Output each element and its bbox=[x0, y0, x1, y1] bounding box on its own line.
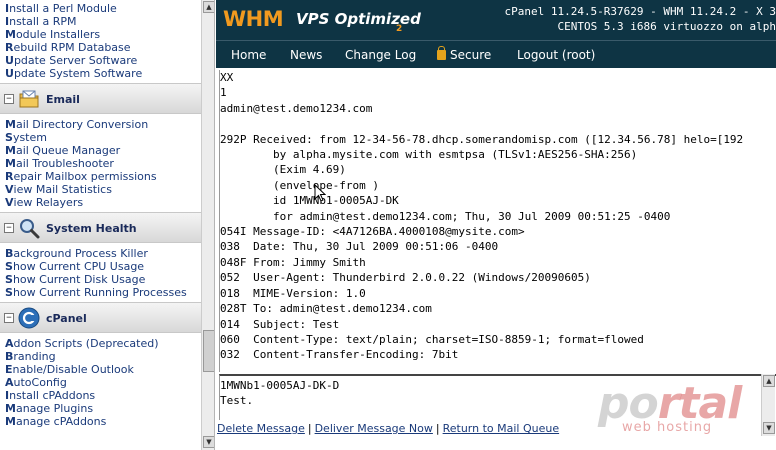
sidebar-scrollbar[interactable]: ▲ ▼ bbox=[201, 0, 214, 450]
nav-logout[interactable]: Logout (root) bbox=[517, 48, 595, 62]
sidebar-link-background-process-killer[interactable]: Background Process Killer bbox=[0, 247, 214, 260]
collapse-toggle-icon[interactable]: − bbox=[4, 313, 14, 323]
sidebar-link-show-disk-usage[interactable]: Show Current Disk Usage bbox=[0, 273, 214, 286]
sidebar-link-manage-cpaddons[interactable]: Manage cPAddons bbox=[0, 415, 214, 428]
sidebar-link-show-cpu-usage[interactable]: Show Current CPU Usage bbox=[0, 260, 214, 273]
software-links: Install a Perl Module Install a RPM Modu… bbox=[0, 2, 214, 80]
logo-version-badge: 2 bbox=[396, 24, 403, 34]
sidebar: Install a Perl Module Install a RPM Modu… bbox=[0, 0, 215, 450]
nav-change-log[interactable]: Change Log bbox=[345, 48, 416, 62]
sidebar-link-addon-scripts[interactable]: Addon Scripts (Deprecated) bbox=[0, 337, 214, 350]
collapse-toggle-icon[interactable]: − bbox=[4, 223, 14, 233]
sidebar-link-autoconfig[interactable]: AutoConfig bbox=[0, 376, 214, 389]
message-headers: XX 1 admin@test.demo1234.com 292P Receiv… bbox=[219, 70, 776, 372]
email-links: Mail Directory Conversion System Mail Qu… bbox=[0, 118, 214, 209]
system-health-links: Background Process Killer Show Current C… bbox=[0, 247, 214, 299]
sidebar-link-manage-plugins[interactable]: Manage Plugins bbox=[0, 402, 214, 415]
collapse-toggle-icon[interactable]: − bbox=[4, 94, 14, 104]
scroll-down-icon[interactable]: ▼ bbox=[203, 436, 214, 448]
message-actions: Delete Message | Deliver Message Now | Retur… bbox=[217, 422, 560, 435]
sidebar-link-update-system-software[interactable]: Update System Software bbox=[0, 67, 214, 80]
group-title-email: Email bbox=[46, 93, 80, 106]
nav-home[interactable]: Home bbox=[231, 48, 266, 62]
lock-icon bbox=[437, 46, 446, 60]
nav-secure-label: Secure bbox=[450, 48, 492, 62]
sidebar-link-rebuild-rpm-database[interactable]: Rebuild RPM Database bbox=[0, 41, 214, 54]
sidebar-link-repair-mailbox-permissions[interactable]: Repair Mailbox permissions bbox=[0, 170, 214, 183]
deliver-message-now-link[interactable]: Deliver Message Now bbox=[315, 422, 433, 435]
nav-news[interactable]: News bbox=[290, 48, 322, 62]
sidebar-link-branding[interactable]: Branding bbox=[0, 350, 214, 363]
cpanel-logo-icon bbox=[18, 307, 40, 329]
group-header-system-health[interactable]: − System Health bbox=[0, 212, 214, 243]
sidebar-link-install-cpaddons[interactable]: Install cPAddons bbox=[0, 389, 214, 402]
group-header-cpanel[interactable]: − cPanel bbox=[0, 302, 214, 333]
sidebar-link-view-mail-statistics[interactable]: View Mail Statistics bbox=[0, 183, 214, 196]
sidebar-link-enable-disable-outlook[interactable]: Enable/Disable Outlook bbox=[0, 363, 214, 376]
group-title-system-health: System Health bbox=[46, 222, 137, 235]
whm-header: WHM VPS Optimized 2 cPanel 11.24.5-R3762… bbox=[216, 0, 776, 40]
sidebar-link-mail-queue-manager[interactable]: Mail Queue Manager bbox=[0, 144, 214, 157]
server-info: CENTOS 5.3 i686 virtuozzo on alph bbox=[557, 20, 776, 33]
sidebar-link-mail-troubleshooter[interactable]: Mail Troubleshooter bbox=[0, 157, 214, 170]
group-title-cpanel: cPanel bbox=[46, 312, 87, 325]
return-to-mail-queue-link[interactable]: Return to Mail Queue bbox=[443, 422, 560, 435]
cpanel-links: Addon Scripts (Deprecated) Branding Enab… bbox=[0, 337, 214, 428]
sidebar-link-show-running-processes[interactable]: Show Current Running Processes bbox=[0, 286, 214, 299]
sidebar-link-view-relayers[interactable]: View Relayers bbox=[0, 196, 214, 209]
group-header-email[interactable]: − Email bbox=[0, 83, 214, 114]
scroll-up-icon[interactable]: ▲ bbox=[203, 1, 214, 13]
sidebar-link-update-server-software[interactable]: Update Server Software bbox=[0, 54, 214, 67]
scroll-up-icon[interactable]: ▲ bbox=[763, 375, 775, 387]
magnifier-icon bbox=[20, 219, 40, 239]
whm-logo[interactable]: WHM bbox=[223, 7, 284, 31]
version-info: cPanel 11.24.5-R37629 - WHM 11.24.2 - X … bbox=[504, 5, 776, 18]
sidebar-link-install-perl-module[interactable]: Install a Perl Module bbox=[0, 2, 214, 15]
sidebar-link-system[interactable]: System bbox=[0, 131, 214, 144]
sidebar-link-module-installers[interactable]: Module Installers bbox=[0, 28, 214, 41]
nav-secure[interactable]: Secure bbox=[437, 46, 492, 62]
delete-message-link[interactable]: Delete Message bbox=[217, 422, 305, 435]
sidebar-link-mail-directory-conversion[interactable]: Mail Directory Conversion bbox=[0, 118, 214, 131]
mouse-cursor-icon bbox=[314, 184, 326, 202]
top-nav: Home News Change Log Secure Logout (root… bbox=[216, 40, 776, 68]
sidebar-link-install-rpm[interactable]: Install a RPM bbox=[0, 15, 214, 28]
envelope-folder-icon bbox=[19, 90, 39, 108]
scrollbar-thumb[interactable] bbox=[203, 330, 214, 372]
